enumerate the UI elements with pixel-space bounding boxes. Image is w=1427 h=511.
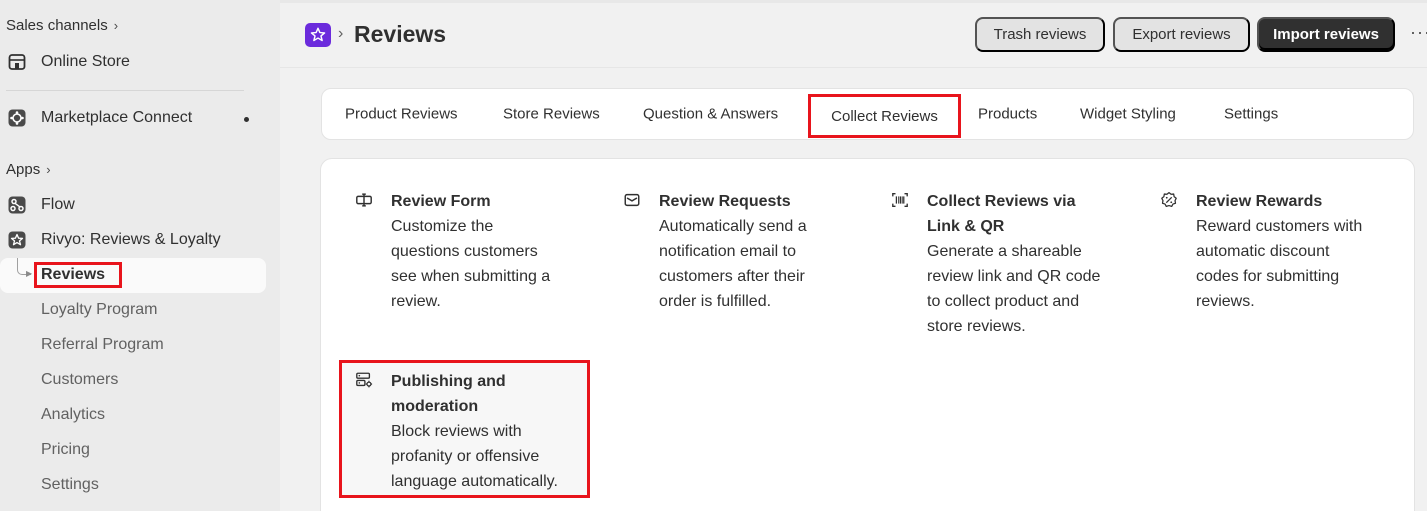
- tab-settings[interactable]: Settings: [1224, 106, 1278, 123]
- tab-store-reviews[interactable]: Store Reviews: [503, 106, 600, 123]
- breadcrumb-chevron-icon: ›: [338, 25, 344, 42]
- feature-title: Review Rewards: [1196, 193, 1323, 210]
- barcode-scan-icon: [891, 191, 909, 209]
- sidebar-item-label: Flow: [41, 196, 75, 213]
- sidebar-subitem-settings[interactable]: Settings: [41, 471, 99, 499]
- trash-reviews-button[interactable]: Trash reviews: [975, 17, 1105, 52]
- tab-product-reviews[interactable]: Product Reviews: [345, 106, 458, 123]
- header-divider: [280, 67, 1427, 68]
- more-actions-icon[interactable]: ···: [1410, 22, 1427, 43]
- marketplace-icon: [6, 108, 27, 129]
- tab-products[interactable]: Products: [978, 106, 1037, 123]
- app-logo[interactable]: [305, 23, 331, 47]
- feature-desc-line: Customize the: [391, 218, 494, 235]
- feature-desc-line: to collect product and: [927, 293, 1080, 310]
- feature-desc-line: notification email to: [659, 243, 796, 260]
- sidebar-subitem-referral-program[interactable]: Referral Program: [41, 331, 164, 359]
- sidebar-item-label: Marketplace Connect: [41, 109, 193, 126]
- tree-arrow-icon: ▶: [26, 269, 33, 278]
- feature-review-form[interactable]: Review Form Customize the questions cust…: [356, 189, 631, 314]
- review-form-icon: [355, 191, 373, 209]
- page-title: Reviews: [354, 21, 447, 47]
- feature-desc-line: profanity or offensive: [391, 448, 540, 465]
- feature-collect-link-qr[interactable]: Collect Reviews via Link & QR Generate a…: [892, 189, 1167, 339]
- feature-desc-line: order is fulfilled.: [659, 293, 772, 310]
- feature-desc-line: customers after their: [659, 268, 805, 285]
- feature-desc-line: store reviews.: [927, 318, 1026, 335]
- feature-desc-line: Automatically send a: [659, 218, 807, 235]
- feature-desc-line: Reward customers with: [1196, 218, 1363, 235]
- feature-title-line2: Link & QR: [927, 218, 1005, 235]
- feature-review-requests[interactable]: Review Requests Automatically send a not…: [624, 189, 899, 314]
- import-reviews-button[interactable]: Import reviews: [1257, 17, 1395, 52]
- sidebar-divider: [6, 90, 244, 91]
- feature-title-line2: moderation: [391, 398, 479, 415]
- tab-widget-styling[interactable]: Widget Styling: [1080, 106, 1176, 123]
- feature-title: Collect Reviews via: [927, 193, 1076, 210]
- sales-channels-header[interactable]: Sales channels ›: [6, 17, 118, 34]
- sidebar-item-online-store[interactable]: Online Store: [6, 48, 130, 76]
- sidebar-item-flow[interactable]: Flow: [6, 191, 75, 219]
- feature-title: Review Form: [391, 193, 491, 210]
- feature-review-rewards[interactable]: Review Rewards Reward customers with aut…: [1161, 189, 1427, 314]
- envelope-icon: [623, 191, 641, 209]
- feature-desc-line: language automatically.: [391, 473, 558, 490]
- sidebar-subitem-loyalty-program[interactable]: Loyalty Program: [41, 296, 158, 324]
- discount-badge-icon: [1160, 191, 1178, 209]
- flow-icon: [6, 195, 27, 216]
- feature-desc-line: automatic discount: [1196, 243, 1330, 260]
- apps-label: Apps: [6, 161, 41, 178]
- sidebar-subitem-pricing[interactable]: Pricing: [41, 436, 90, 464]
- chevron-right-icon: ›: [46, 162, 51, 177]
- sidebar-item-rivyo[interactable]: Rivyo: Reviews & Loyalty: [6, 226, 221, 254]
- feature-desc-line: reviews.: [1196, 293, 1255, 310]
- apps-header[interactable]: Apps ›: [6, 161, 51, 178]
- sidebar-item-label: Rivyo: Reviews & Loyalty: [41, 231, 221, 248]
- notification-dot: [244, 117, 249, 122]
- feature-desc-line: codes for submitting: [1196, 268, 1340, 285]
- feature-desc-line: review.: [391, 293, 441, 310]
- sidebar-item-label: Online Store: [41, 53, 130, 70]
- sidebar-subitem-reviews[interactable]: Reviews: [34, 262, 122, 288]
- sales-channels-label: Sales channels: [6, 17, 108, 34]
- feature-title: Review Requests: [659, 193, 791, 210]
- feature-desc-line: Generate a shareable: [927, 243, 1082, 260]
- moderation-settings-icon: [355, 371, 373, 389]
- feature-desc-line: see when submitting a: [391, 268, 551, 285]
- admin-sidebar: Sales channels › Online Store Marketplac…: [0, 0, 280, 511]
- chevron-right-icon: ›: [113, 18, 119, 33]
- sidebar-subitem-label: Reviews: [41, 266, 106, 283]
- feature-desc-line: questions customers: [391, 243, 538, 260]
- feature-desc-line: review link and QR code: [927, 268, 1101, 285]
- star-icon: [310, 27, 326, 42]
- export-reviews-button[interactable]: Export reviews: [1113, 17, 1250, 52]
- tab-question-answers[interactable]: Question & Answers: [643, 106, 778, 123]
- rivyo-app-icon: [6, 230, 27, 251]
- tab-collect-reviews[interactable]: Collect Reviews: [808, 94, 961, 138]
- sidebar-item-marketplace-connect[interactable]: Marketplace Connect: [6, 104, 192, 132]
- feature-publishing-moderation[interactable]: Publishing and moderation Block reviews …: [356, 369, 631, 494]
- feature-desc-line: Block reviews with: [391, 423, 522, 440]
- feature-title: Publishing and: [391, 373, 506, 390]
- store-icon: [6, 52, 27, 73]
- sidebar-subitem-analytics[interactable]: Analytics: [41, 401, 105, 429]
- sidebar-subitem-customers[interactable]: Customers: [41, 366, 118, 394]
